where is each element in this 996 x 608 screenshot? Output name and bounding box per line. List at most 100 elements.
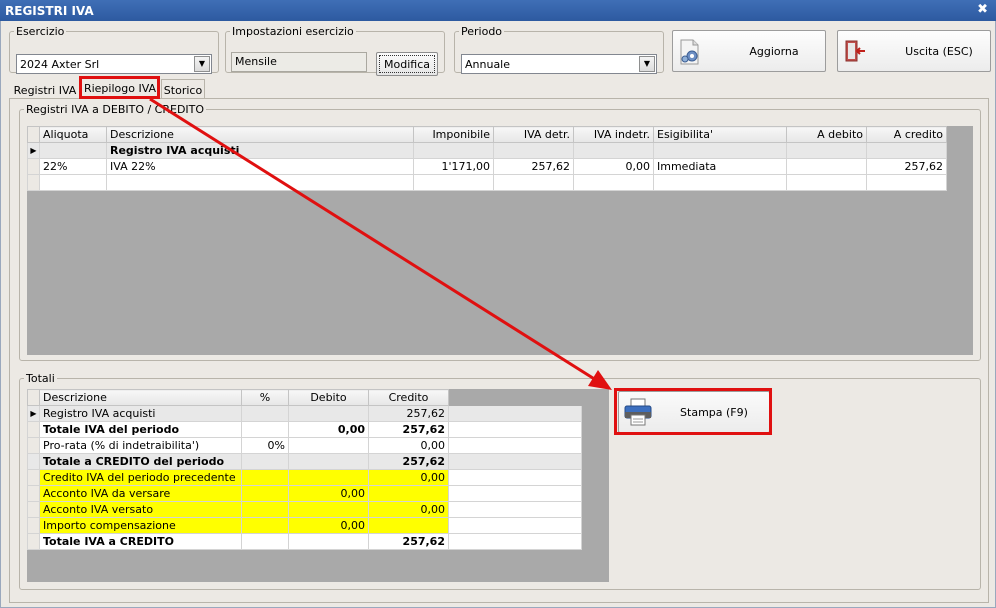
cell-descrizione[interactable]: Acconto IVA versato	[39, 501, 242, 518]
col-a-credito[interactable]: A credito	[866, 126, 947, 143]
chevron-down-icon[interactable]: ▼	[639, 56, 655, 72]
cell-descrizione[interactable]: Acconto IVA da versare	[39, 485, 242, 502]
cell-iva-indetr[interactable]: 0,00	[573, 158, 654, 175]
cell-iva-detr[interactable]	[493, 142, 574, 159]
cell-credito[interactable]	[368, 517, 449, 534]
cell-debito[interactable]: 0,00	[288, 485, 369, 502]
cell-aliquota[interactable]	[39, 142, 107, 159]
cell-empty[interactable]	[39, 174, 107, 191]
col-esigibilita[interactable]: Esigibilita'	[653, 126, 787, 143]
cell-credito[interactable]: 257,62	[368, 533, 449, 550]
cell-imponibile[interactable]: 1'171,00	[413, 158, 494, 175]
col-iva-detr[interactable]: IVA detr.	[493, 126, 574, 143]
col-debito[interactable]: Debito	[288, 389, 369, 406]
table-row[interactable]: Totale IVA del periodo 0,00 257,62	[27, 421, 582, 438]
stampa-button[interactable]: Stampa (F9)	[618, 391, 770, 433]
cell-descrizione[interactable]: Pro-rata (% di indetraibilita')	[39, 437, 242, 454]
cell-descrizione[interactable]: Registro IVA acquisti	[39, 405, 242, 422]
cell-percentuale[interactable]	[241, 517, 289, 534]
cell-debito[interactable]	[288, 533, 369, 550]
table-row[interactable]: ▶ Registro IVA acquisti 257,62	[27, 405, 582, 422]
cell-a-credito[interactable]: 257,62	[866, 158, 947, 175]
table-row[interactable]: Acconto IVA da versare 0,00	[27, 485, 582, 502]
cell-credito[interactable]	[368, 485, 449, 502]
col-a-debito[interactable]: A debito	[786, 126, 867, 143]
tab-storico[interactable]: Storico	[161, 79, 205, 99]
uscita-button[interactable]: Uscita (ESC)	[837, 30, 991, 72]
col-iva-indetr[interactable]: IVA indetr.	[573, 126, 654, 143]
cell-aliquota[interactable]: 22%	[39, 158, 107, 175]
cell-debito[interactable]	[288, 405, 369, 422]
cell-credito[interactable]: 257,62	[368, 421, 449, 438]
cell-credito[interactable]: 257,62	[368, 453, 449, 470]
cell-empty[interactable]	[866, 174, 947, 191]
aggiorna-button[interactable]: Aggiorna	[672, 30, 826, 72]
close-icon[interactable]: ✖	[977, 2, 988, 17]
cell-debito[interactable]	[288, 501, 369, 518]
cell-iva-detr[interactable]: 257,62	[493, 158, 574, 175]
cell-empty[interactable]	[413, 174, 494, 191]
cell-empty[interactable]	[786, 174, 867, 191]
cell-descrizione[interactable]: Registro IVA acquisti	[106, 142, 414, 159]
col-credito[interactable]: Credito	[368, 389, 449, 406]
col-imponibile[interactable]: Imponibile	[413, 126, 494, 143]
table-row[interactable]: 22% IVA 22% 1'171,00 257,62 0,00 Immedia…	[27, 158, 947, 175]
col-descrizione[interactable]: Descrizione	[106, 126, 414, 143]
cell-esigibilita[interactable]: Immediata	[653, 158, 787, 175]
cell-a-debito[interactable]	[786, 142, 867, 159]
cell-percentuale[interactable]	[241, 469, 289, 486]
cell-percentuale[interactable]	[241, 421, 289, 438]
cell-descrizione[interactable]: Totale IVA del periodo	[39, 421, 242, 438]
table-row[interactable]: Totale a CREDITO del periodo 257,62	[27, 453, 582, 470]
periodo-select[interactable]: Annuale ▼	[461, 54, 657, 74]
registri-header-row: Aliquota Descrizione Imponibile IVA detr…	[27, 126, 947, 143]
table-row[interactable]: Totale IVA a CREDITO 257,62	[27, 533, 582, 550]
tab-registri-iva[interactable]: Registri IVA	[10, 79, 80, 99]
table-row[interactable]: Pro-rata (% di indetraibilita') 0% 0,00	[27, 437, 582, 454]
cell-esigibilita[interactable]	[653, 142, 787, 159]
cell-empty[interactable]	[493, 174, 574, 191]
cell-a-credito[interactable]	[866, 142, 947, 159]
cell-percentuale[interactable]	[241, 501, 289, 518]
cell-percentuale[interactable]	[241, 453, 289, 470]
cell-percentuale[interactable]	[241, 533, 289, 550]
cell-credito[interactable]: 0,00	[368, 469, 449, 486]
table-row[interactable]: Acconto IVA versato 0,00	[27, 501, 582, 518]
table-row[interactable]: Importo compensazione 0,00	[27, 517, 582, 534]
cell-percentuale[interactable]	[241, 485, 289, 502]
registri-group: Registri IVA a DEBITO / CREDITO Aliquota…	[19, 103, 981, 361]
table-row-new[interactable]	[27, 174, 947, 191]
cell-credito[interactable]: 0,00	[368, 501, 449, 518]
col-aliquota[interactable]: Aliquota	[39, 126, 107, 143]
cell-descrizione[interactable]: Totale a CREDITO del periodo	[39, 453, 242, 470]
cell-percentuale[interactable]	[241, 405, 289, 422]
periodo-value: Annuale	[465, 58, 511, 71]
cell-descrizione[interactable]: Totale IVA a CREDITO	[39, 533, 242, 550]
cell-descrizione[interactable]: Importo compensazione	[39, 517, 242, 534]
table-row[interactable]: Credito IVA del periodo precedente 0,00	[27, 469, 582, 486]
col-descrizione[interactable]: Descrizione	[39, 389, 242, 406]
cell-empty[interactable]	[653, 174, 787, 191]
cell-descrizione[interactable]: Credito IVA del periodo precedente	[39, 469, 242, 486]
cell-percentuale[interactable]: 0%	[241, 437, 289, 454]
esercizio-select[interactable]: 2024 Axter Srl ▼	[16, 54, 212, 74]
cell-debito[interactable]	[288, 453, 369, 470]
modifica-button[interactable]: Modifica	[376, 52, 438, 76]
cell-iva-indetr[interactable]	[573, 142, 654, 159]
table-row[interactable]: ▶ Registro IVA acquisti	[27, 142, 947, 159]
tab-riepilogo-iva[interactable]: Riepilogo IVA	[81, 76, 159, 99]
cell-empty[interactable]	[106, 174, 414, 191]
cell-a-debito[interactable]	[786, 158, 867, 175]
cell-descrizione[interactable]: IVA 22%	[106, 158, 414, 175]
col-percentuale[interactable]: %	[241, 389, 289, 406]
cell-debito[interactable]	[288, 437, 369, 454]
cell-debito[interactable]: 0,00	[288, 421, 369, 438]
cell-empty[interactable]	[573, 174, 654, 191]
cell-credito[interactable]: 0,00	[368, 437, 449, 454]
chevron-down-icon[interactable]: ▼	[194, 56, 210, 72]
uscita-label: Uscita (ESC)	[905, 45, 973, 58]
cell-credito[interactable]: 257,62	[368, 405, 449, 422]
cell-debito[interactable]	[288, 469, 369, 486]
cell-debito[interactable]: 0,00	[288, 517, 369, 534]
cell-imponibile[interactable]	[413, 142, 494, 159]
